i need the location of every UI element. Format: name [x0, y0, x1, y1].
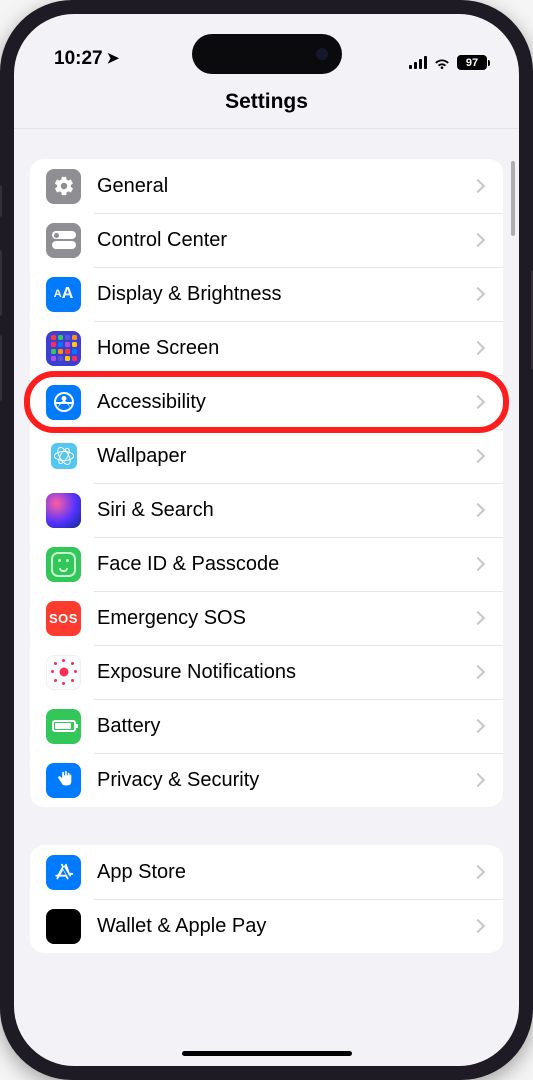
- row-label: Control Center: [97, 229, 473, 252]
- row-label: Wallpaper: [97, 445, 473, 468]
- row-label: Exposure Notifications: [97, 661, 473, 684]
- siri-icon: [46, 493, 81, 528]
- chevron-right-icon: [471, 503, 485, 517]
- row-accessibility[interactable]: Accessibility: [30, 375, 503, 429]
- row-general[interactable]: General: [30, 159, 503, 213]
- settings-group-2: App Store Wallet & Apple Pay: [30, 845, 503, 953]
- chevron-right-icon: [471, 287, 485, 301]
- page-title: Settings: [14, 72, 519, 129]
- settings-scroll[interactable]: General Control Center AA Display & Brig…: [14, 129, 519, 1065]
- chevron-right-icon: [471, 865, 485, 879]
- display-icon: AA: [46, 277, 81, 312]
- battery-settings-icon: [46, 709, 81, 744]
- row-battery[interactable]: Battery: [30, 699, 503, 753]
- row-display[interactable]: AA Display & Brightness: [30, 267, 503, 321]
- exposure-icon: [46, 655, 81, 690]
- screen: 10:27 ➤ 97 Settings Ge: [14, 14, 519, 1066]
- chevron-right-icon: [471, 919, 485, 933]
- row-sos[interactable]: SOS Emergency SOS: [30, 591, 503, 645]
- status-left: 10:27 ➤: [44, 48, 119, 70]
- dynamic-island: [192, 34, 342, 74]
- row-label: Emergency SOS: [97, 607, 473, 630]
- row-wallet[interactable]: Wallet & Apple Pay: [30, 899, 503, 953]
- row-label: Face ID & Passcode: [97, 553, 473, 576]
- volume-down-button: [0, 335, 2, 401]
- row-exposure[interactable]: Exposure Notifications: [30, 645, 503, 699]
- settings-group-1: General Control Center AA Display & Brig…: [30, 159, 503, 807]
- gear-icon: [46, 169, 81, 204]
- chevron-right-icon: [471, 665, 485, 679]
- row-label: General: [97, 175, 473, 198]
- row-wallpaper[interactable]: Wallpaper: [30, 429, 503, 483]
- row-label: Wallet & Apple Pay: [97, 915, 473, 938]
- battery-icon: 97: [457, 55, 487, 70]
- location-icon: ➤: [107, 49, 120, 67]
- row-label: Privacy & Security: [97, 769, 473, 792]
- chevron-right-icon: [471, 611, 485, 625]
- row-faceid[interactable]: Face ID & Passcode: [30, 537, 503, 591]
- chevron-right-icon: [471, 395, 485, 409]
- privacy-icon: [46, 763, 81, 798]
- cellular-icon: [409, 56, 427, 69]
- row-label: Siri & Search: [97, 499, 473, 522]
- control-center-icon: [46, 223, 81, 258]
- row-control-center[interactable]: Control Center: [30, 213, 503, 267]
- row-label: Home Screen: [97, 337, 473, 360]
- home-indicator[interactable]: [182, 1051, 352, 1056]
- home-screen-icon: [46, 331, 81, 366]
- row-label: Display & Brightness: [97, 283, 473, 306]
- status-right: 97: [409, 55, 489, 70]
- row-app-store[interactable]: App Store: [30, 845, 503, 899]
- wallet-icon: [46, 909, 81, 944]
- wallpaper-icon: [46, 439, 81, 474]
- row-siri[interactable]: Siri & Search: [30, 483, 503, 537]
- chevron-right-icon: [471, 341, 485, 355]
- row-home-screen[interactable]: Home Screen: [30, 321, 503, 375]
- row-label: App Store: [97, 861, 473, 884]
- scroll-indicator: [511, 161, 515, 236]
- wifi-icon: [433, 56, 451, 70]
- row-label: Battery: [97, 715, 473, 738]
- chevron-right-icon: [471, 449, 485, 463]
- row-privacy[interactable]: Privacy & Security: [30, 753, 503, 807]
- chevron-right-icon: [471, 719, 485, 733]
- row-label: Accessibility: [97, 391, 473, 414]
- accessibility-icon: [46, 385, 81, 420]
- chevron-right-icon: [471, 179, 485, 193]
- chevron-right-icon: [471, 773, 485, 787]
- phone-frame: 10:27 ➤ 97 Settings Ge: [0, 0, 533, 1080]
- chevron-right-icon: [471, 557, 485, 571]
- face-id-icon: [46, 547, 81, 582]
- volume-up-button: [0, 250, 2, 316]
- status-time: 10:27: [54, 48, 103, 70]
- chevron-right-icon: [471, 233, 485, 247]
- battery-percentage: 97: [466, 57, 478, 69]
- app-store-icon: [46, 855, 81, 890]
- sos-icon: SOS: [46, 601, 81, 636]
- mute-switch: [0, 185, 2, 217]
